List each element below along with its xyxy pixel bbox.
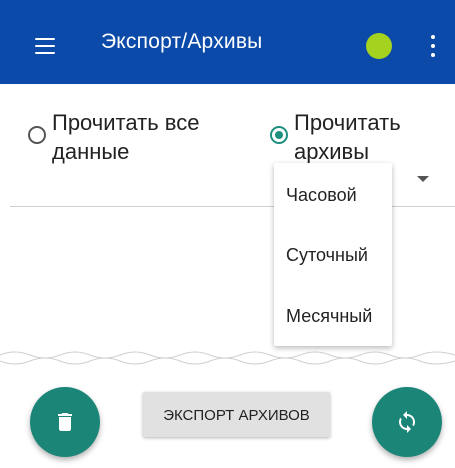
connection-status-indicator: [366, 33, 392, 59]
hamburger-menu-icon[interactable]: [35, 38, 55, 54]
read-archives-label: Прочитать архивы: [294, 110, 401, 164]
radio-unchecked-icon[interactable]: [28, 126, 46, 144]
page-title: Экспорт/Архивы: [101, 30, 263, 53]
dropdown-arrow-icon[interactable]: [417, 176, 429, 182]
dropdown-item-hourly[interactable]: Часовой: [286, 185, 357, 206]
delete-button[interactable]: [30, 387, 100, 457]
torn-edge-separator: [0, 351, 455, 365]
trash-icon: [58, 413, 72, 431]
archive-type-dropdown: Часовой Суточный Месячный: [274, 163, 392, 346]
dropdown-item-monthly[interactable]: Месячный: [286, 306, 372, 327]
sync-icon: [399, 411, 415, 433]
read-all-radio[interactable]: Прочитать все данные: [28, 108, 199, 166]
radio-checked-icon[interactable]: [270, 126, 288, 144]
read-archives-radio[interactable]: Прочитать архивы: [270, 108, 401, 166]
dropdown-item-daily[interactable]: Суточный: [286, 245, 368, 266]
read-all-label: Прочитать все данные: [52, 110, 200, 164]
sync-button[interactable]: [372, 387, 442, 457]
more-vert-icon[interactable]: [430, 35, 436, 57]
app-bar: Экспорт/Архивы: [0, 0, 455, 84]
export-archives-button[interactable]: ЭКСПОРТ АРХИВОВ: [143, 392, 330, 437]
